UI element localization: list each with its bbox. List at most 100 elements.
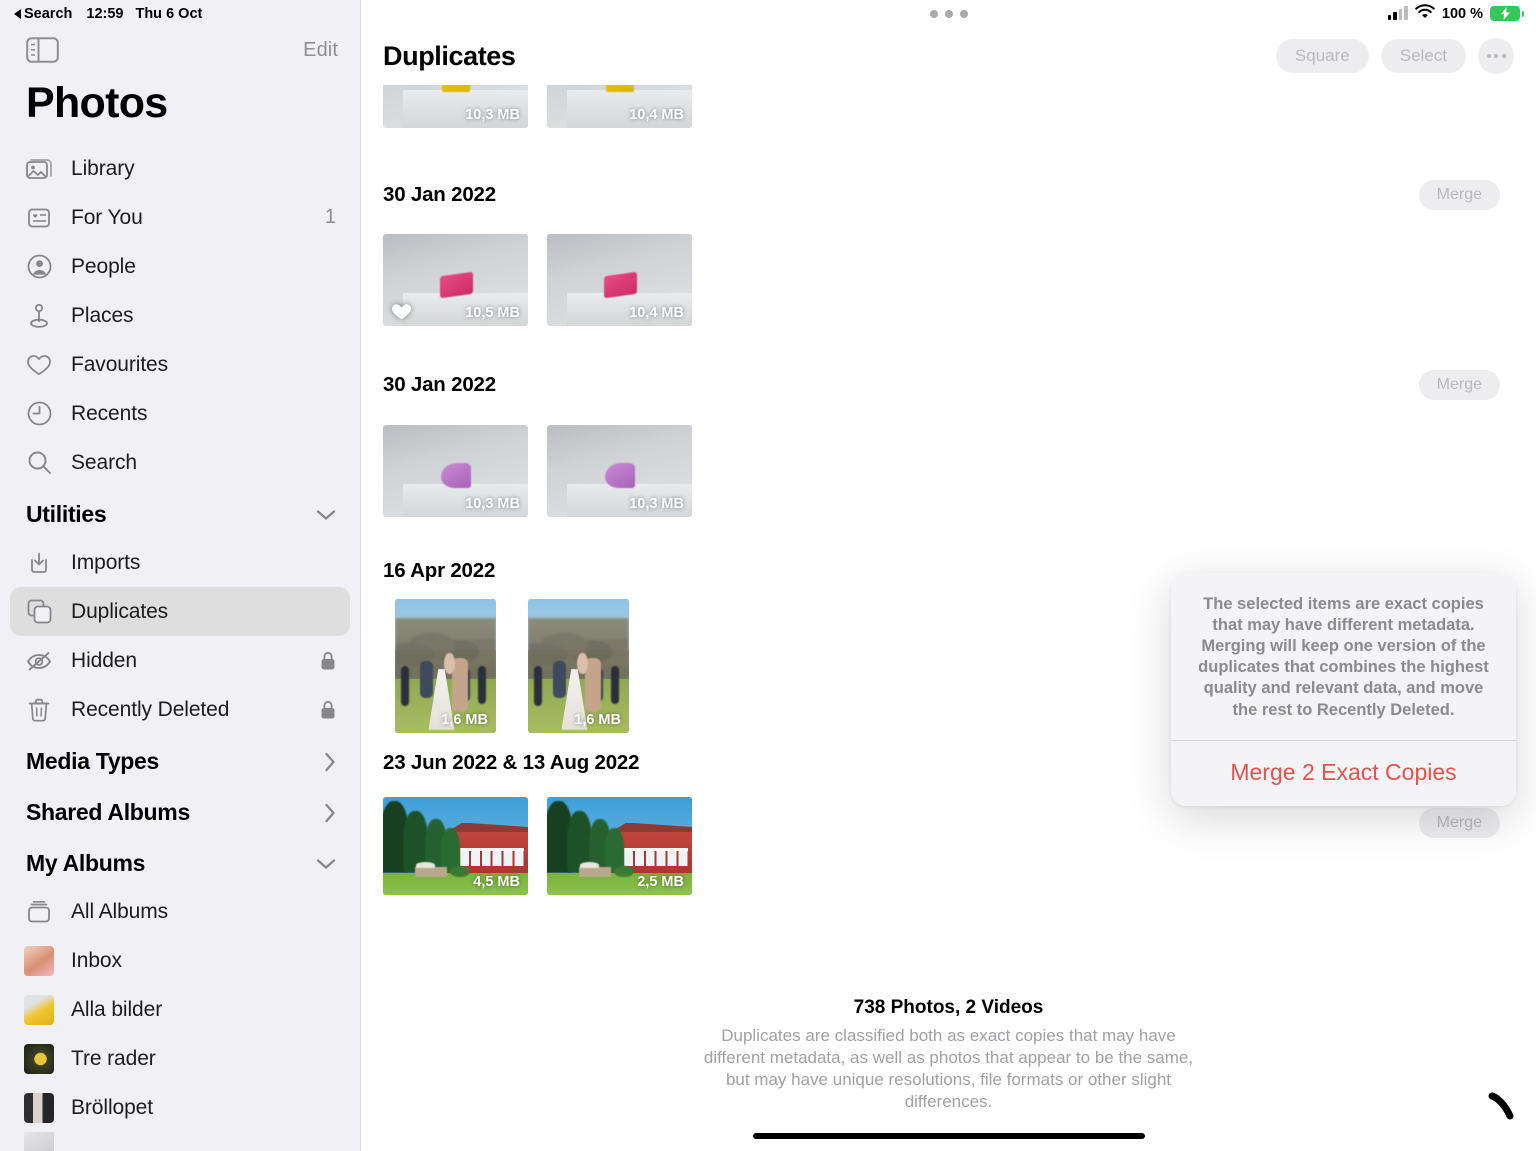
- photo-size-label: 10,3 MB: [629, 496, 684, 512]
- photo-size-label: 4,5 MB: [473, 874, 520, 890]
- library-icon: [24, 154, 54, 184]
- sidebar-item-library[interactable]: Library: [10, 144, 350, 193]
- photo-size-label: 2,5 MB: [637, 874, 684, 890]
- photo-thumbnail[interactable]: 10,3 MB: [383, 425, 528, 517]
- sidebar-item-label: Bröllopet: [71, 1095, 153, 1119]
- merge-exact-copies-button[interactable]: Merge 2 Exact Copies: [1171, 741, 1516, 806]
- places-pin-icon: [24, 301, 54, 331]
- ellipsis-dot: [1501, 54, 1506, 58]
- thumbnail-row: 10,5 MB 10,4 MB: [383, 234, 1536, 326]
- sidebar-item-recents[interactable]: Recents: [10, 389, 350, 438]
- group-date: 23 Jun 2022 & 13 Aug 2022: [383, 751, 640, 774]
- utilities-section-header[interactable]: Utilities: [0, 487, 360, 538]
- merge-button[interactable]: Merge: [1418, 370, 1500, 400]
- status-bar-time: 12:59: [86, 5, 124, 22]
- sidebar-item-for-you[interactable]: For You 1: [10, 193, 350, 242]
- sidebar-item-recently-deleted[interactable]: Recently Deleted: [10, 685, 350, 734]
- sidebar-item-favourites[interactable]: Favourites: [10, 340, 350, 389]
- photo-thumbnail[interactable]: 1,6 MB: [528, 599, 629, 733]
- photos-app-window: Search 12:59 Thu 6 Oct Edit Photos Libra…: [0, 0, 1536, 1151]
- sidebar-item-label: All Albums: [71, 899, 169, 923]
- wifi-icon: [1415, 4, 1435, 23]
- photo-thumbnail[interactable]: 1,6 MB: [395, 599, 496, 733]
- photo-size-label: 10,3 MB: [465, 496, 520, 512]
- merge-button[interactable]: Merge: [1418, 180, 1500, 210]
- my-albums-section-header[interactable]: My Albums: [0, 836, 360, 887]
- group-date: 30 Jan 2022: [383, 183, 496, 206]
- people-icon: [24, 252, 54, 282]
- main-header: Duplicates Square Select: [361, 27, 1536, 85]
- merge-button[interactable]: Merge: [1418, 808, 1500, 838]
- photo-size-label: 10,4 MB: [629, 107, 684, 123]
- app-title: Photos: [26, 79, 168, 127]
- window-drag-handle[interactable]: [361, 0, 1536, 27]
- select-button[interactable]: Select: [1380, 39, 1466, 73]
- drag-dot: [959, 9, 968, 18]
- photo-thumbnail[interactable]: 4,5 MB: [383, 797, 528, 895]
- duplicate-group: 30 Jan 2022 Merge 10,5 MB 10,4 MB: [361, 180, 1536, 326]
- merge-confirmation-popover: The selected items are exact copies that…: [1171, 573, 1516, 806]
- album-thumbnail: [24, 945, 54, 976]
- status-bar-date: Thu 6 Oct: [135, 5, 203, 22]
- sidebar-item-label: Duplicates: [71, 599, 169, 623]
- clock-icon: [24, 399, 54, 429]
- group-header: 30 Jan 2022 Merge: [383, 370, 1536, 400]
- photo-thumbnail[interactable]: 10,4 MB: [547, 85, 692, 128]
- sidebar-item-duplicates[interactable]: Duplicates: [10, 587, 350, 636]
- photo-thumbnail[interactable]: 10,5 MB: [383, 234, 528, 326]
- photo-size-label: 10,3 MB: [465, 107, 520, 123]
- utilities-title: Utilities: [26, 501, 107, 527]
- sidebar-item-tre-rader[interactable]: Tre rader: [10, 1034, 350, 1083]
- photo-thumbnail[interactable]: 2,5 MB: [547, 797, 692, 895]
- edit-button[interactable]: Edit: [303, 39, 338, 62]
- shared-albums-section-header[interactable]: Shared Albums: [0, 785, 360, 836]
- for-you-icon: [24, 203, 54, 233]
- sidebar-item-imports[interactable]: Imports: [10, 538, 350, 587]
- album-thumbnail: [24, 1132, 54, 1151]
- sidebar-item-alla-bilder[interactable]: Alla bilder: [10, 985, 350, 1034]
- sidebar-topbar: Edit: [0, 27, 360, 73]
- sidebar-item-label: Tre rader: [71, 1046, 156, 1070]
- utilities-nav-list: Imports Duplicates Hidden Recently Delet…: [0, 538, 360, 734]
- chevron-right-icon[interactable]: [324, 803, 336, 823]
- photo-thumbnail[interactable]: 10,4 MB: [547, 234, 692, 326]
- sidebar-toggle-icon[interactable]: [26, 37, 59, 63]
- my-albums-title: My Albums: [26, 850, 146, 876]
- chevron-down-icon[interactable]: [316, 509, 336, 521]
- status-bar-back-to-search[interactable]: Search: [14, 6, 72, 22]
- lock-icon: [320, 700, 336, 720]
- photo-size-label: 1,6 MB: [574, 712, 621, 728]
- album-thumbnail: [24, 994, 54, 1025]
- back-triangle-icon: [14, 8, 21, 19]
- sidebar-item-hidden[interactable]: Hidden: [10, 636, 350, 685]
- group-header: 30 Jan 2022 Merge: [383, 180, 1536, 210]
- square-button[interactable]: Square: [1275, 39, 1369, 73]
- sidebar-item-label: For You: [71, 205, 143, 229]
- primary-nav-list: Library For You 1 People Places Favourit…: [0, 144, 360, 487]
- battery-charging-icon: [1490, 6, 1524, 21]
- lock-icon: [320, 651, 336, 671]
- home-indicator[interactable]: [752, 1133, 1145, 1139]
- media-types-section-header[interactable]: Media Types: [0, 734, 360, 785]
- chevron-down-icon[interactable]: [316, 858, 336, 870]
- more-options-button[interactable]: [1478, 38, 1514, 74]
- sidebar-item-people[interactable]: People: [10, 242, 350, 291]
- photo-thumbnail[interactable]: 10,3 MB: [383, 85, 528, 128]
- sidebar-item-inbox[interactable]: Inbox: [10, 936, 350, 985]
- popover-message: The selected items are exact copies that…: [1198, 595, 1489, 719]
- sidebar-item-search[interactable]: Search: [10, 438, 350, 487]
- sidebar-item-label: People: [71, 254, 136, 278]
- sidebar-item-label: Library: [71, 156, 135, 180]
- status-bar-back-label: Search: [24, 5, 73, 22]
- sidebar-item-all-albums[interactable]: All Albums: [10, 887, 350, 936]
- photo-thumbnail[interactable]: 10,3 MB: [547, 425, 692, 517]
- sidebar-item-brollopet[interactable]: Bröllopet: [10, 1083, 350, 1132]
- drag-dot: [944, 9, 953, 18]
- sidebar-item-partial[interactable]: [10, 1132, 350, 1151]
- sidebar-item-label: Places: [71, 303, 134, 327]
- sidebar-item-places[interactable]: Places: [10, 291, 350, 340]
- sidebar-item-label: Recently Deleted: [71, 697, 230, 721]
- chevron-right-icon[interactable]: [324, 752, 336, 772]
- import-icon: [24, 548, 54, 578]
- sidebar-item-label: Imports: [71, 550, 141, 574]
